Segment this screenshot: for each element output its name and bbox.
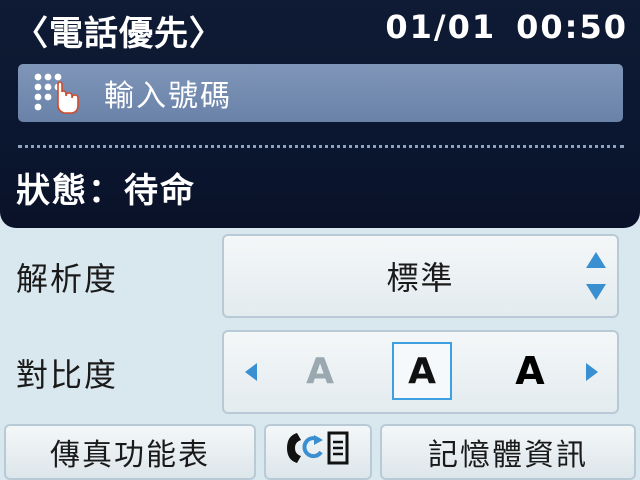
- resolution-selector[interactable]: 標準: [222, 234, 619, 318]
- contrast-label: 對比度: [16, 356, 119, 394]
- memory-info-button[interactable]: 記憶體資訊: [380, 424, 636, 480]
- fax-menu-button[interactable]: 傳真功能表: [4, 424, 256, 480]
- time-display: 00:50: [516, 8, 628, 46]
- date-display: 01/01: [385, 8, 497, 46]
- on-hook-dial-icon: [283, 428, 353, 476]
- resolution-label: 解析度: [16, 260, 119, 298]
- contrast-selector: A A A: [222, 330, 619, 414]
- enter-number-button[interactable]: 輸入號碼: [18, 64, 623, 122]
- resolution-value: 標準: [386, 259, 455, 297]
- date-time: 01/01 00:50: [385, 8, 628, 46]
- mode-title: 〈電話優先〉: [14, 14, 224, 54]
- up-down-arrows-icon[interactable]: [585, 250, 607, 302]
- contrast-option-dark[interactable]: A: [500, 342, 560, 400]
- divider: [18, 145, 624, 148]
- arrow-left-icon[interactable]: [244, 362, 258, 382]
- contrast-option-light[interactable]: A: [290, 342, 350, 400]
- contrast-option-medium[interactable]: A: [392, 342, 452, 400]
- status-header: 〈電話優先〉 01/01 00:50 輸入號碼 狀態：待命: [0, 0, 640, 228]
- hook-button[interactable]: [264, 424, 372, 480]
- enter-number-label: 輸入號碼: [104, 79, 232, 114]
- status-text: 狀態：待命: [16, 171, 196, 211]
- keypad-icon: [32, 71, 84, 115]
- arrow-right-icon[interactable]: [585, 362, 599, 382]
